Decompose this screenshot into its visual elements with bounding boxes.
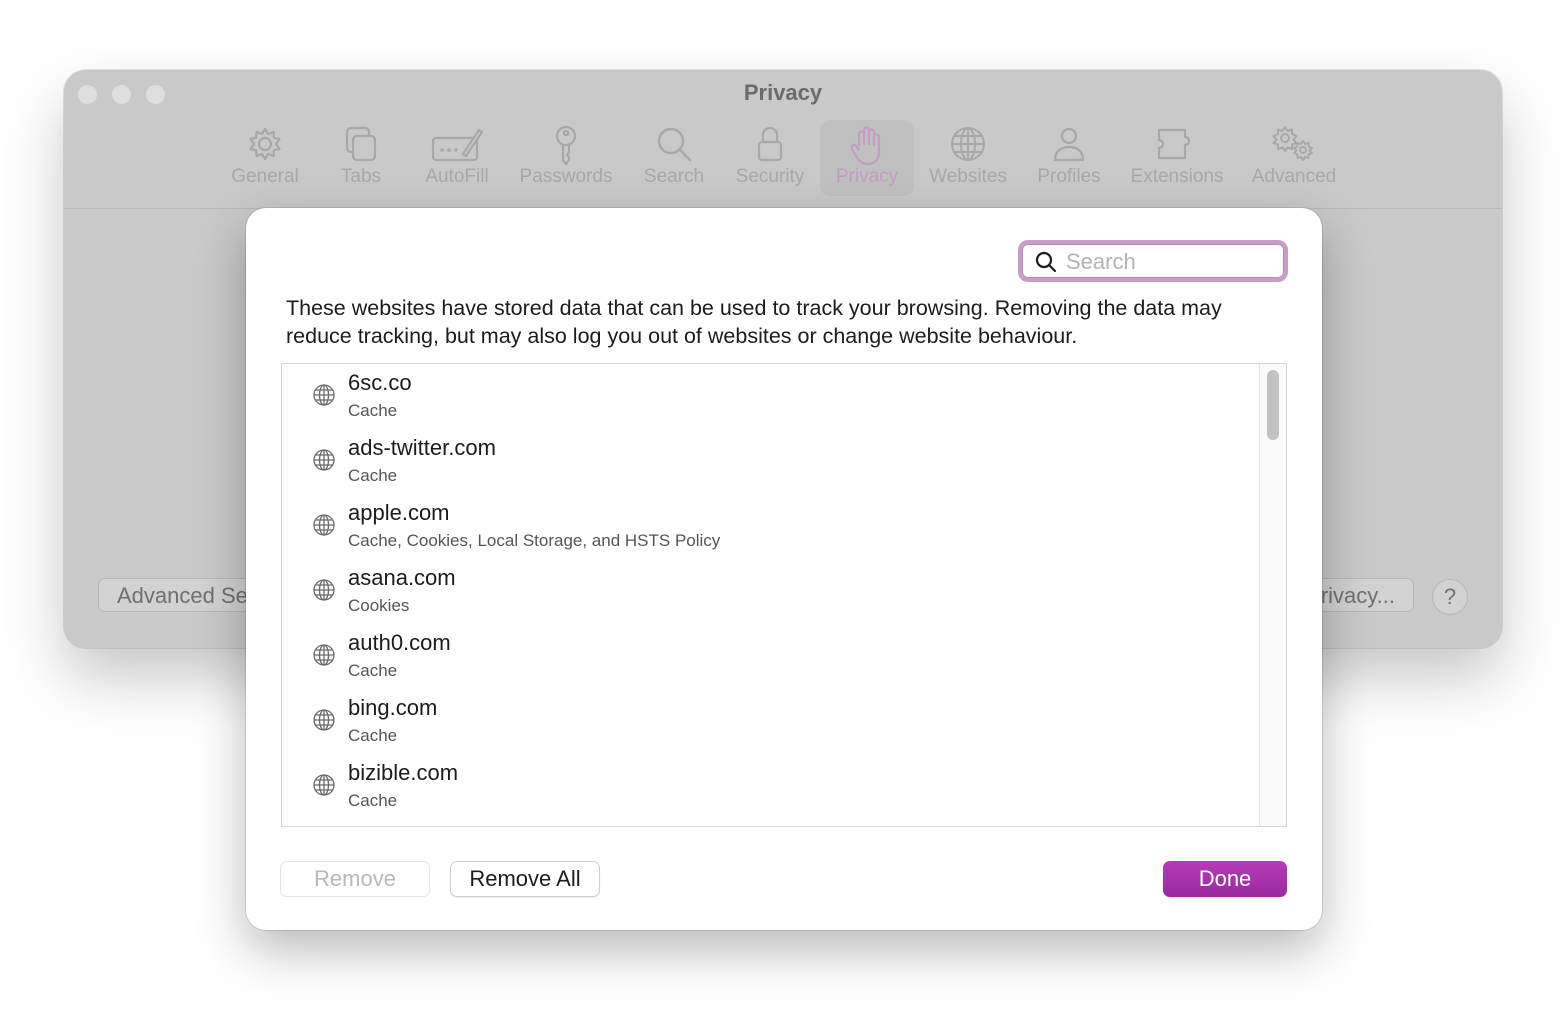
website-data-types: Cache: [348, 791, 398, 810]
search-field[interactable]: [1018, 240, 1288, 282]
tab-privacy[interactable]: Privacy: [820, 120, 914, 196]
website-data-types: Cache: [348, 466, 398, 485]
list-item[interactable]: asana.com Cookies: [282, 559, 1260, 624]
tab-extensions[interactable]: Extensions: [1126, 120, 1228, 196]
tab-passwords-label: Passwords: [519, 166, 613, 187]
tab-passwords[interactable]: Passwords: [516, 120, 616, 196]
tabs-icon: [341, 124, 381, 169]
remove-all-button[interactable]: Remove All: [450, 861, 600, 897]
tab-autofill-label: AutoFill: [425, 166, 489, 187]
globe-icon: [312, 773, 336, 802]
list-item[interactable]: bizible.com Cache: [282, 754, 1260, 819]
list-item[interactable]: bing.com Cache: [282, 689, 1260, 754]
advanced-settings-button[interactable]: Advanced Se: [98, 578, 258, 612]
lock-icon: [750, 124, 790, 169]
list-item[interactable]: auth0.com Cache: [282, 624, 1260, 689]
tab-advanced[interactable]: Advanced: [1246, 120, 1342, 196]
list-item[interactable]: ads-twitter.com Cache: [282, 429, 1260, 494]
tab-search-label: Search: [643, 166, 705, 187]
globe-icon: [312, 383, 336, 412]
list-item[interactable]: apple.com Cache, Cookies, Local Storage,…: [282, 494, 1260, 559]
tab-autofill[interactable]: AutoFill: [416, 120, 498, 196]
search-icon: [1034, 250, 1058, 279]
website-data-types: Cookies: [348, 596, 410, 615]
tab-security-label: Security: [735, 166, 805, 187]
tab-extensions-label: Extensions: [1130, 166, 1224, 187]
tab-advanced-label: Advanced: [1251, 166, 1337, 187]
tab-tabs-label: Tabs: [340, 166, 382, 187]
remove-button[interactable]: Remove: [280, 861, 430, 897]
list-scrollbar[interactable]: [1259, 364, 1286, 826]
tab-search[interactable]: Search: [638, 120, 710, 196]
search-input[interactable]: [1066, 248, 1266, 276]
website-domain: ads-twitter.com: [348, 435, 496, 460]
globe-icon: [312, 448, 336, 477]
gears-icon: [1268, 124, 1320, 169]
website-domain: apple.com: [348, 500, 450, 525]
help-button[interactable]: ?: [1432, 579, 1468, 615]
gear-icon: [245, 124, 285, 169]
website-data-types: Cache: [348, 661, 398, 680]
scrollbar-thumb[interactable]: [1267, 370, 1279, 440]
website-data-types: Cache: [348, 401, 398, 420]
website-data-types: Cache: [348, 726, 398, 745]
magnifier-icon: [654, 124, 694, 169]
settings-toolbar: General Tabs AutoFill Passwords Search S…: [64, 120, 1502, 208]
list-item[interactable]: 6sc.co Cache: [282, 364, 1260, 429]
person-icon: [1049, 124, 1089, 169]
tab-websites[interactable]: Websites: [924, 120, 1012, 196]
website-list[interactable]: 6sc.co Cache ads-twitter.com Cache apple…: [281, 363, 1287, 827]
website-domain: asana.com: [348, 565, 456, 590]
tab-general-label: General: [231, 166, 299, 187]
tab-tabs[interactable]: Tabs: [328, 120, 394, 196]
done-button[interactable]: Done: [1163, 861, 1287, 897]
tab-privacy-label: Privacy: [835, 166, 899, 187]
tab-general[interactable]: General: [224, 120, 306, 196]
globe-icon: [312, 643, 336, 672]
website-data-sheet: These websites have stored data that can…: [246, 208, 1322, 930]
tab-websites-label: Websites: [929, 166, 1007, 187]
website-domain: 6sc.co: [348, 370, 412, 395]
tab-profiles[interactable]: Profiles: [1030, 120, 1108, 196]
tab-profiles-label: Profiles: [1037, 166, 1101, 187]
globe-icon: [312, 578, 336, 607]
globe-icon: [312, 708, 336, 737]
window-title: Privacy: [743, 80, 823, 105]
puzzle-icon: [1153, 124, 1201, 169]
tab-security[interactable]: Security: [730, 120, 810, 196]
website-domain: bizible.com: [348, 760, 459, 785]
website-data-types: Cache, Cookies, Local Storage, and HSTS …: [348, 531, 721, 550]
autofill-icon: [429, 124, 485, 169]
website-domain: bing.com: [348, 695, 438, 720]
website-domain: auth0.com: [348, 630, 451, 655]
description-text: These websites have stored data that can…: [286, 296, 1222, 348]
globe-icon: [312, 513, 336, 542]
globe-icon: [948, 124, 988, 169]
